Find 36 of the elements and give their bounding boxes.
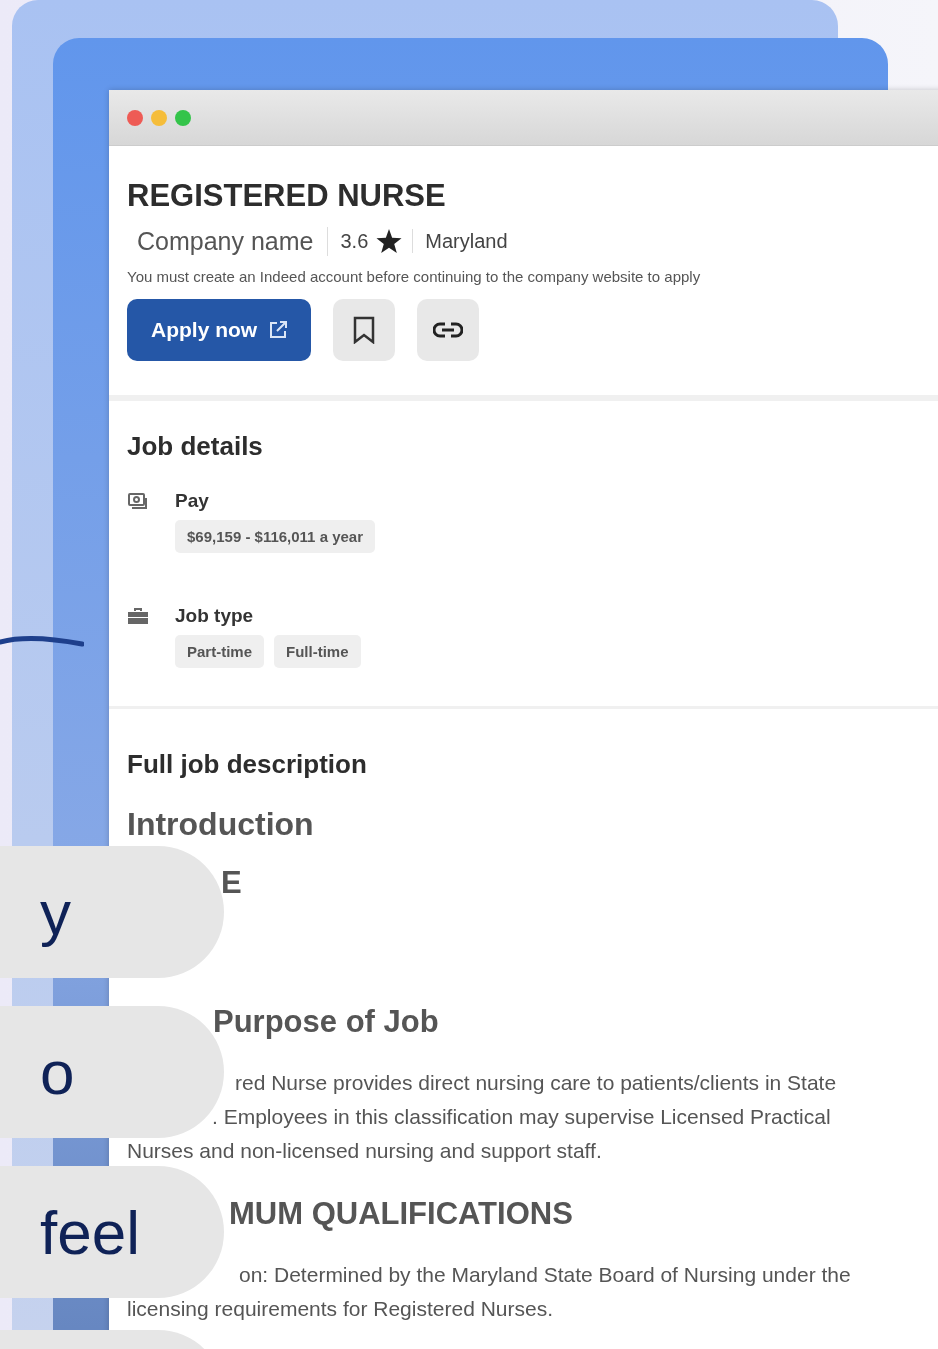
- paragraph-line: . Employees in this classification may supervise Licensed Practical: [212, 1105, 831, 1128]
- job-title: REGISTERED NURSE: [127, 177, 447, 215]
- paragraph-line: red Nurse provides direct nursing care to patients/clients in State: [235, 1071, 837, 1094]
- pill-text: o: [40, 1036, 75, 1108]
- star-icon: [376, 229, 403, 253]
- subheading: Purpose of Job: [213, 1004, 439, 1039]
- bookmark-icon: [353, 316, 376, 344]
- section-heading: Job details: [127, 431, 264, 462]
- section-heading: Introduction: [127, 806, 314, 842]
- company-name[interactable]: Company name: [127, 226, 329, 256]
- save-button[interactable]: [333, 299, 396, 361]
- notice-text: You must create an Indeed account before continuing to the company website to apply: [127, 268, 702, 285]
- paragraph-line: Nurses and non-licensed nursing and support staff.: [127, 1139, 602, 1162]
- copy-link-button[interactable]: [417, 299, 480, 361]
- rating-value: 3.6: [340, 229, 369, 253]
- pill-text: y: [40, 876, 71, 948]
- money-icon: [127, 492, 149, 512]
- paragraph-line: licensing requirements for Registered Nurses.: [127, 1297, 554, 1320]
- briefcase-icon: [127, 607, 149, 625]
- tag: $69,159 - $116,011 a year: [175, 520, 375, 553]
- window-control-dot[interactable]: [175, 109, 191, 126]
- paragraph-line: on: Determined by the Maryland State Board of Nursing under the: [239, 1263, 851, 1286]
- subheading: E: [221, 865, 242, 900]
- detail-label: Pay: [175, 490, 210, 512]
- window-control-dot[interactable]: [151, 109, 167, 126]
- apply-button[interactable]: Apply now: [127, 299, 312, 361]
- link-icon: [433, 322, 464, 338]
- tag: Part-time: [175, 635, 265, 668]
- subheading: MUM QUALIFICATIONS: [229, 1196, 573, 1231]
- detail-label: Job type: [175, 605, 255, 627]
- section-heading: Full job description: [127, 749, 368, 780]
- job-location: Maryland: [424, 229, 508, 253]
- external-link-icon: [269, 321, 288, 339]
- window-control-dot[interactable]: [127, 109, 143, 126]
- tag: Full-time: [274, 635, 361, 668]
- pill-text: feel: [40, 1196, 140, 1268]
